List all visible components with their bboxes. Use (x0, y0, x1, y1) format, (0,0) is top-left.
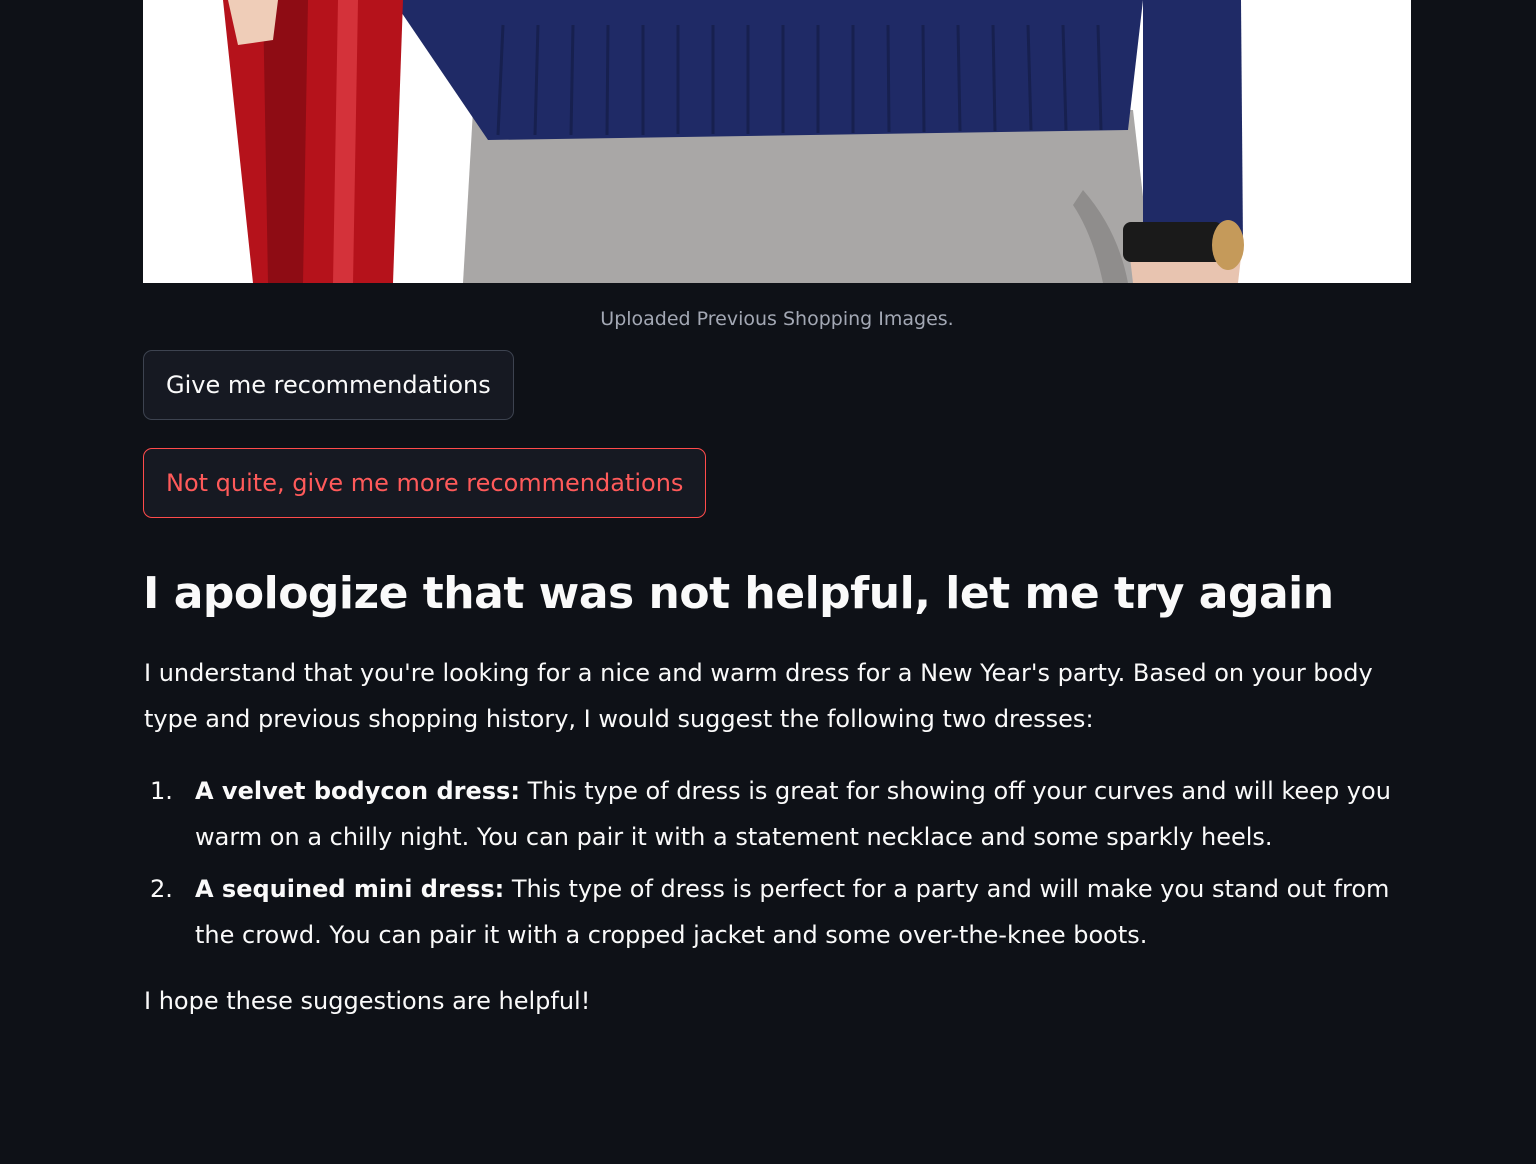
outfit-photo (143, 0, 1411, 283)
main-content: Uploaded Previous Shopping Images. Give … (143, 0, 1411, 1024)
app-page: Uploaded Previous Shopping Images. Give … (0, 0, 1536, 1164)
list-number: 1. (150, 777, 173, 805)
list-number: 2. (150, 875, 173, 903)
response-closing: I hope these suggestions are helpful! (144, 987, 591, 1015)
response-heading: I apologize that was not helpful, let me… (143, 568, 1334, 619)
list-item: 1. A velvet bodycon dress: This type of … (143, 768, 1405, 860)
more-recommendations-button[interactable]: Not quite, give me more recommendations (143, 448, 707, 518)
give-recommendations-button[interactable]: Give me recommendations (143, 350, 514, 420)
recommendation-list: 1. A velvet bodycon dress: This type of … (143, 768, 1405, 958)
response-intro: I understand that you're looking for a n… (144, 659, 1373, 733)
image-caption: Uploaded Previous Shopping Images. (600, 308, 954, 330)
recommendation-title: A sequined mini dress: (195, 875, 505, 903)
list-item: 2. A sequined mini dress: This type of d… (143, 866, 1405, 958)
uploaded-shopping-image (143, 0, 1411, 283)
recommendation-title: A velvet bodycon dress: (195, 777, 520, 805)
